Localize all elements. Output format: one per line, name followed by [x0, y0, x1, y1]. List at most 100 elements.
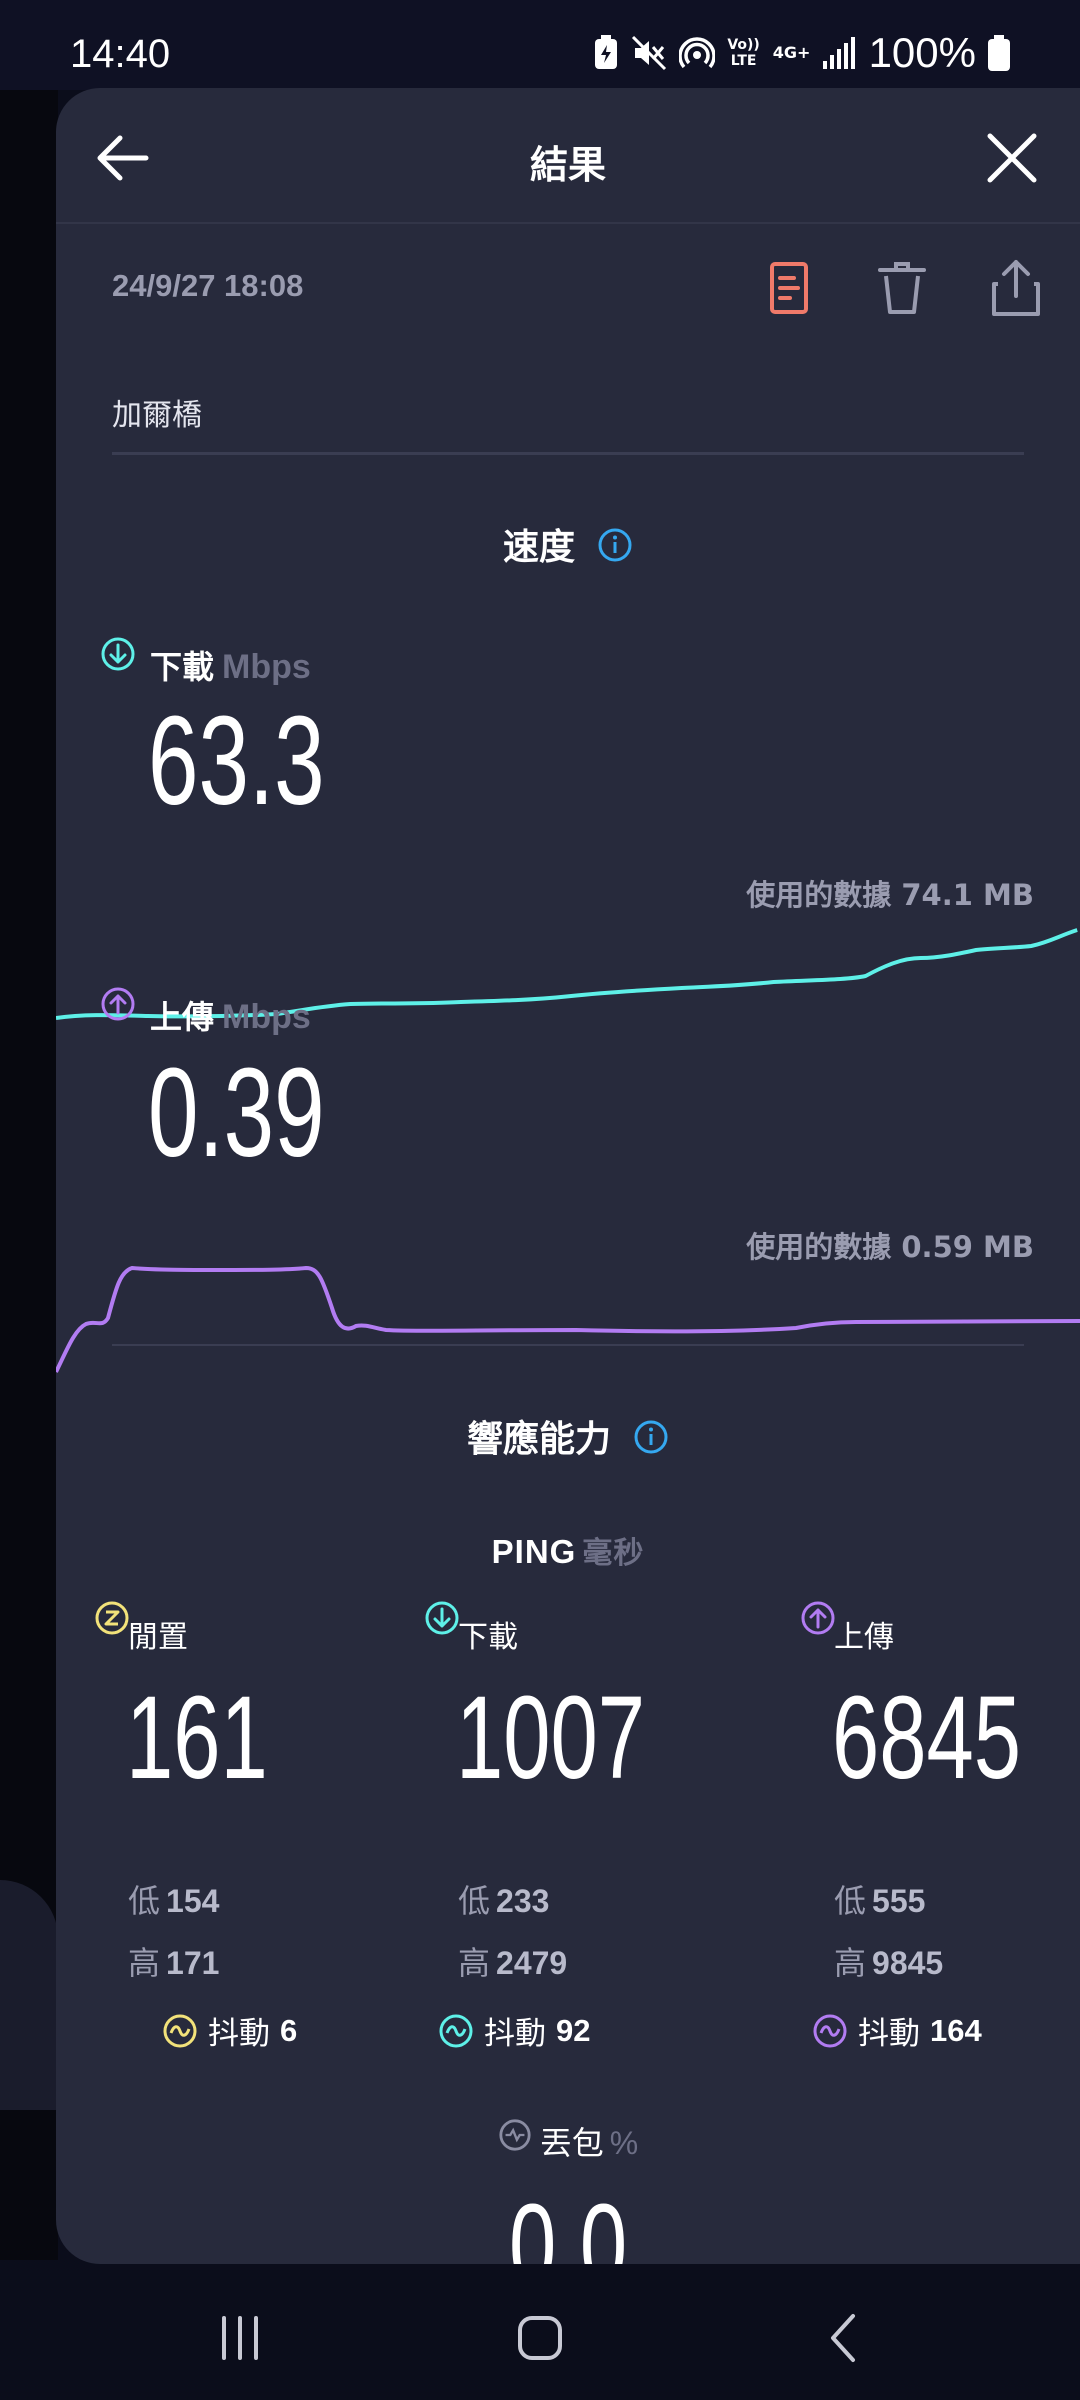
- ping-label: PING: [491, 1533, 577, 1570]
- close-button[interactable]: [980, 126, 1044, 190]
- ping-title: PING 毫秒: [56, 1528, 1080, 1572]
- ping-download-high-value: 2479: [496, 1945, 568, 1981]
- ping-download-low: 低 233: [458, 1876, 549, 1922]
- ping-idle-low: 低 154: [128, 1876, 219, 1922]
- jitter-icon: [163, 2014, 197, 2047]
- ping-unit: 毫秒: [582, 1536, 645, 1571]
- idle-icon: [95, 1601, 129, 1635]
- download-label-text: 下載: [150, 648, 215, 686]
- speed-section-title: 速度: [56, 518, 1080, 572]
- ping-upload-jitter-value: 164: [930, 2012, 982, 2048]
- upload-unit: Mbps: [222, 998, 311, 1036]
- ping-upload-value: 6845: [832, 1672, 1022, 1804]
- ping-idle-label: 閒置: [128, 1620, 188, 1655]
- ping-upload-high-value: 9845: [872, 1945, 944, 1981]
- responsiveness-title-text: 響應能力: [466, 1419, 611, 1460]
- recent-apps-button[interactable]: [210, 2308, 270, 2368]
- status-icons: Vo)) LTE 4G+ 100%: [593, 28, 1010, 78]
- recent-apps-icon: [222, 2316, 258, 2360]
- high-label: 高: [834, 1944, 867, 1982]
- status-bar: 14:40 Vo)) LTE 4G+ 100%: [0, 0, 1080, 90]
- jitter-icon: [439, 2014, 473, 2047]
- ping-download-value: 1007: [456, 1672, 646, 1804]
- upload-label: 上傳 Mbps: [150, 992, 311, 1038]
- ping-idle-high: 高 171: [128, 1938, 219, 1984]
- result-date: 24/9/27 18:08: [112, 268, 304, 303]
- ping-idle-value: 161: [126, 1672, 268, 1804]
- system-back-button[interactable]: [815, 2308, 875, 2368]
- packet-loss-icon: [499, 2119, 531, 2151]
- ping-idle-high-value: 171: [166, 1945, 220, 1981]
- volte-indicator: Vo)) LTE: [727, 37, 760, 69]
- ping-upload-high: 高 9845: [834, 1938, 943, 1984]
- share-icon: [992, 260, 1040, 316]
- ping-download-jitter-value: 92: [556, 2012, 591, 2048]
- divider: [112, 452, 1024, 455]
- info-icon: [634, 1420, 668, 1453]
- ping-upload-low-value: 555: [872, 1883, 926, 1919]
- trash-icon: [878, 262, 926, 314]
- info-icon: [598, 528, 632, 561]
- page-title: 結果: [529, 143, 606, 187]
- ping-idle-low-value: 154: [166, 1883, 220, 1919]
- jitter-icon: [813, 2014, 847, 2047]
- jitter-label: 抖動: [858, 2016, 920, 2052]
- download-arrow-icon: [425, 1601, 459, 1635]
- ping-download-low-value: 233: [496, 1883, 550, 1919]
- ping-download-label: 下載: [458, 1620, 518, 1655]
- download-label: 下載 Mbps: [150, 642, 311, 688]
- ping-idle-jitter-value: 6: [280, 2012, 298, 2048]
- hotspot-icon: [678, 37, 715, 69]
- ping-upload-jitter: 抖動 164: [812, 2008, 982, 2053]
- report-button[interactable]: [756, 256, 820, 320]
- home-button[interactable]: [510, 2308, 570, 2368]
- result-sheet: 結果 24/9/27 18:08 加爾橋 速度 下載 Mbps 63.3 使用的數…: [56, 88, 1080, 2264]
- battery-percent: 100%: [868, 29, 976, 76]
- packet-loss-label-text: 丟包: [539, 2124, 604, 2162]
- upload-label-text: 上傳: [150, 998, 215, 1036]
- jitter-label: 抖動: [208, 2016, 270, 2052]
- high-label: 高: [458, 1944, 491, 1982]
- low-label: 低: [834, 1882, 867, 1920]
- speed-title-text: 速度: [502, 527, 575, 568]
- ping-download-jitter: 抖動 92: [438, 2008, 590, 2053]
- download-speed-value: 63.3: [148, 690, 325, 831]
- packet-loss-value: 0.0: [56, 2178, 1080, 2264]
- battery-icon: [988, 35, 1010, 71]
- speed-info-button[interactable]: [597, 527, 633, 572]
- packet-loss-label: 丟包%: [56, 2118, 1080, 2164]
- ping-download-high: 高 2479: [458, 1938, 567, 1984]
- status-time: 14:40: [70, 32, 171, 76]
- responsiveness-info-button[interactable]: [633, 1419, 669, 1464]
- ping-idle: 閒置 161 低 154 高 171 抖動 6: [95, 1600, 428, 2060]
- upload-speed-value: 0.39: [148, 1042, 325, 1183]
- ping-upload: 上傳 6845 低 555 高 9845 抖動 164: [801, 1600, 1080, 2060]
- home-icon: [518, 2316, 562, 2360]
- server-location: 加爾橋: [112, 398, 202, 433]
- report-icon: [770, 262, 808, 314]
- action-bar: [756, 256, 1048, 320]
- share-button[interactable]: [984, 256, 1048, 320]
- chevron-left-icon: [831, 2314, 855, 2362]
- navigation-bar: [0, 2264, 1080, 2400]
- background-card: [0, 1880, 58, 2110]
- delete-button[interactable]: [870, 256, 934, 320]
- responsiveness-section-title: 響應能力: [56, 1410, 1080, 1464]
- upload-arrow-icon: [801, 1601, 835, 1635]
- upload-speed-graph: [56, 1265, 1080, 1373]
- network-type: 4G+: [772, 43, 811, 62]
- packet-loss-value-text: 0.0: [508, 2180, 628, 2264]
- ping-idle-jitter: 抖動 6: [162, 2008, 297, 2053]
- high-label: 高: [128, 1944, 161, 1982]
- top-bar: 結果: [56, 88, 1080, 224]
- ping-upload-label: 上傳: [834, 1620, 894, 1655]
- upload-line: [56, 1265, 1080, 1373]
- low-label: 低: [458, 1882, 491, 1920]
- low-label: 低: [128, 1882, 161, 1920]
- ping-upload-low: 低 555: [834, 1876, 925, 1922]
- battery-saver-icon: [594, 35, 617, 69]
- close-icon: [987, 133, 1037, 183]
- divider: [112, 1344, 1024, 1346]
- download-arrow-icon: [101, 637, 135, 671]
- download-unit: Mbps: [222, 648, 311, 686]
